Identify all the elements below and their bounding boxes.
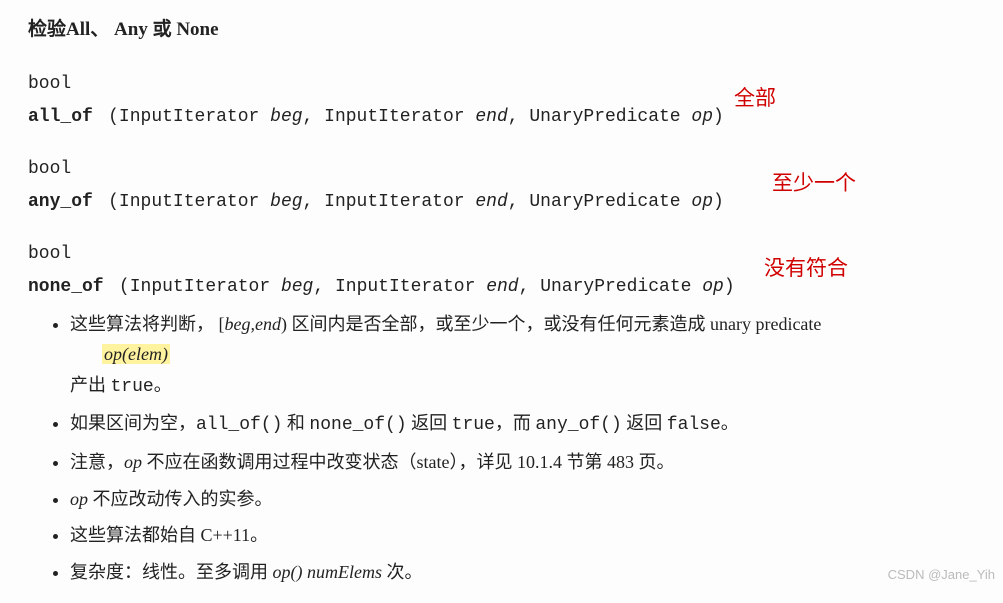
return-type: bool	[28, 74, 71, 94]
list-item: 如果区间为空，all_of() 和 none_of() 返回 true，而 an…	[70, 408, 975, 441]
func-name: any_of	[28, 192, 93, 212]
text: 。	[154, 375, 172, 395]
highlight-op: op(elem)	[102, 344, 170, 364]
text: 这些算法将判断， [	[70, 314, 225, 334]
text: 和	[282, 413, 309, 433]
text: 次。	[382, 562, 423, 582]
list-item: 这些算法都始自 C++11。	[70, 520, 975, 551]
code: false	[667, 415, 721, 435]
text: ，而	[495, 413, 536, 433]
func-args: (InputIterator beg, InputIterator end, U…	[97, 192, 724, 212]
text: 产出 true。	[70, 370, 975, 403]
op-var: op	[124, 452, 142, 472]
text: 注意，	[70, 452, 124, 472]
text: 不应改动传入的实参。	[88, 489, 273, 509]
text: 不应在函数调用过程中改变状态（state），详见 10.1.4 节第 483 页…	[142, 452, 674, 472]
return-type: bool	[28, 159, 71, 179]
code: none_of()	[309, 415, 406, 435]
text: 返回	[622, 413, 667, 433]
op-call: op() numElems	[273, 562, 382, 582]
code: all_of()	[196, 415, 282, 435]
code-true: true	[111, 377, 154, 397]
predicate-expr: op(elem)	[102, 339, 975, 370]
return-type: bool	[28, 244, 71, 264]
func-args: (InputIterator beg, InputIterator end, U…	[108, 277, 735, 297]
func-name: all_of	[28, 107, 93, 127]
list-item: 这些算法将判断， [beg,end) 区间内是否全部，或至少一个，或没有任何元素…	[70, 309, 975, 403]
notes-list: 这些算法将判断， [beg,end) 区间内是否全部，或至少一个，或没有任何元素…	[28, 309, 975, 588]
list-item: 注意，op 不应在函数调用过程中改变状态（state），详见 10.1.4 节第…	[70, 447, 975, 478]
annotation-any: 至少一个	[772, 166, 856, 202]
signature-all-of: bool all_of (InputIterator beg, InputIte…	[28, 67, 975, 132]
text: 返回	[407, 413, 452, 433]
text: ) 区间内是否全部，或至少一个，或没有任何元素造成 unary predicat…	[281, 314, 821, 334]
code: any_of()	[535, 415, 621, 435]
signature-none-of: bool none_of (InputIterator beg, InputIt…	[28, 237, 975, 302]
watermark: CSDN @Jane_Yih	[888, 567, 995, 582]
list-item: op 不应改动传入的实参。	[70, 484, 975, 515]
text: 产出	[70, 375, 111, 395]
range-text: beg,end	[225, 314, 281, 334]
annotation-all: 全部	[734, 81, 776, 117]
annotation-none: 没有符合	[764, 251, 848, 287]
signature-any-of: bool any_of (InputIterator beg, InputIte…	[28, 152, 975, 217]
func-name: none_of	[28, 277, 104, 297]
section-title: 检验All、 Any 或 None	[28, 14, 975, 41]
document-page: 检验All、 Any 或 None bool all_of (InputIter…	[0, 0, 1003, 603]
list-item: 复杂度：线性。至多调用 op() numElems 次。	[70, 557, 975, 588]
func-args: (InputIterator beg, InputIterator end, U…	[97, 107, 724, 127]
text: 。	[721, 413, 739, 433]
code: true	[452, 415, 495, 435]
text: 复杂度：线性。至多调用	[70, 562, 273, 582]
op-var: op	[70, 489, 88, 509]
text: 如果区间为空，	[70, 413, 196, 433]
